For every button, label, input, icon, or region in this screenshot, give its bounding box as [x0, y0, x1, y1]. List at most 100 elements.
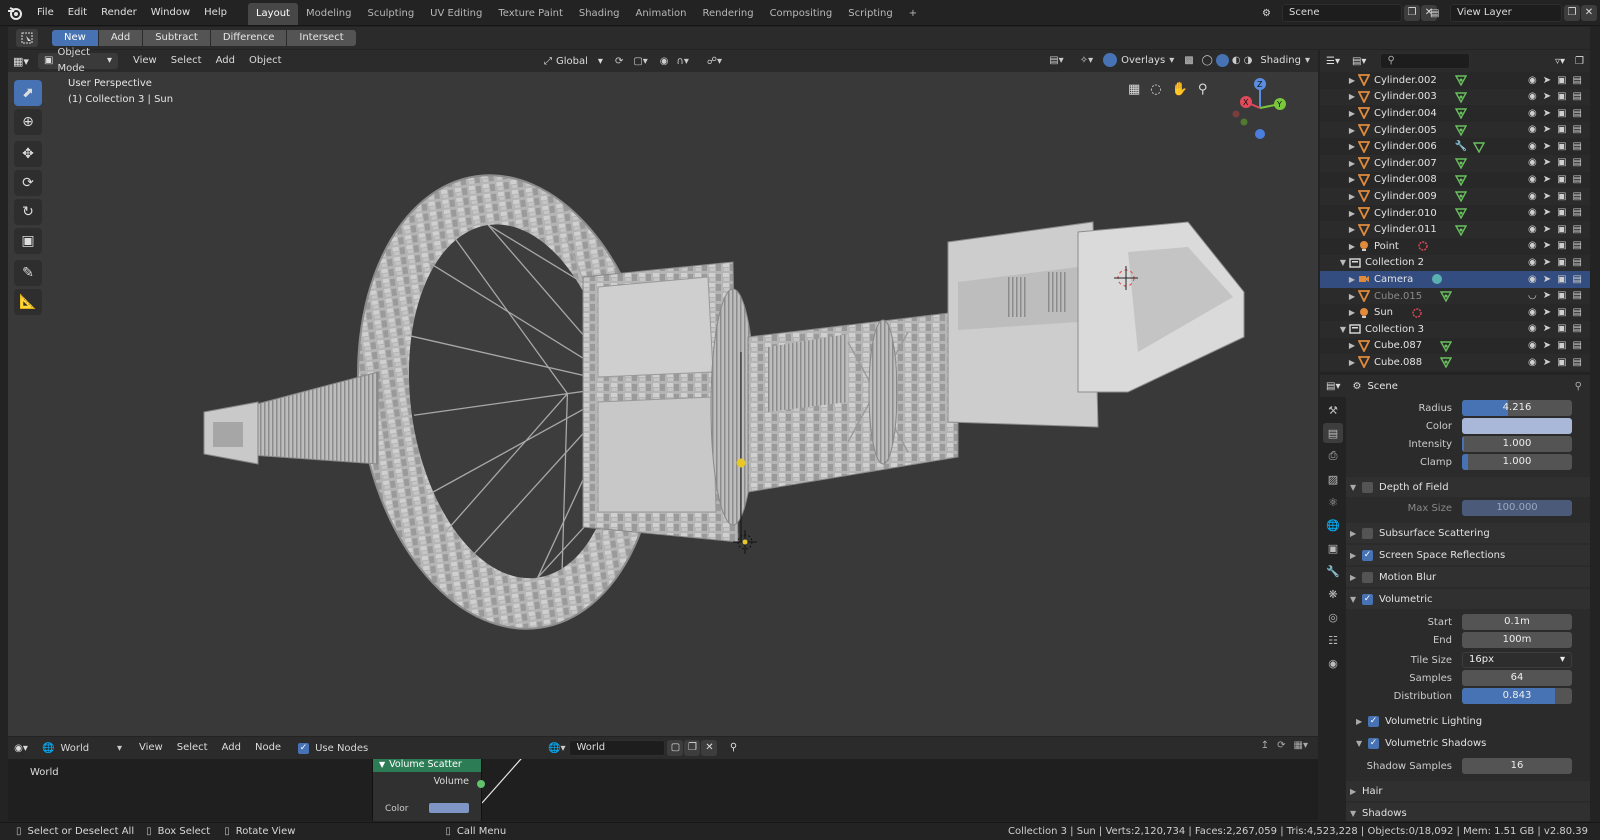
selectable-icon[interactable]: ➤	[1543, 290, 1551, 301]
shadow-samples-field[interactable]: 16	[1462, 758, 1572, 774]
render-icon[interactable]: ▤	[1573, 307, 1582, 318]
selectable-icon[interactable]: ➤	[1543, 191, 1551, 202]
viewport-display-icon[interactable]: ▣	[1557, 141, 1566, 152]
eye-icon[interactable]: ◉	[1528, 224, 1537, 235]
render-icon[interactable]: ▤	[1573, 357, 1582, 368]
tab-modeling[interactable]: Modeling	[298, 3, 360, 25]
node-editor-canvas[interactable]: World ▼ Volume Scatter Volume Color	[8, 759, 1318, 821]
eye-icon[interactable]: ◉	[1528, 307, 1537, 318]
proportional-edit-icon[interactable]: ◉	[660, 56, 669, 67]
outliner-row[interactable]: ▶ Cylinder.002 ◉ ➤ ▣ ▤	[1320, 72, 1590, 89]
viewport-menu-add[interactable]: Add	[209, 50, 242, 72]
constraints-tab-icon[interactable]: ☷	[1323, 630, 1343, 650]
outliner-item-name[interactable]: Cylinder.005	[1374, 125, 1437, 136]
outliner-item-name[interactable]: Cylinder.002	[1374, 75, 1437, 86]
snap-node-icon[interactable]: ⟳	[1277, 740, 1285, 751]
filter-icon[interactable]: ▿▾	[1555, 56, 1565, 67]
render-icon[interactable]: ▤	[1573, 240, 1582, 251]
mesh-data-icon[interactable]	[1440, 340, 1453, 352]
mesh-data-icon[interactable]	[1440, 356, 1453, 369]
scene-tab-icon[interactable]: ⚛	[1323, 492, 1343, 512]
expand-icon[interactable]: ▶	[1347, 242, 1357, 251]
render-icon[interactable]: ▤	[1573, 91, 1582, 102]
transform-orientation-dropdown[interactable]: ⤢ Global ▾	[540, 53, 607, 69]
render-icon[interactable]: ▤	[1573, 108, 1582, 119]
selectable-icon[interactable]: ➤	[1543, 224, 1551, 235]
tab-sculpting[interactable]: Sculpting	[359, 3, 422, 25]
xray-icon[interactable]: ▩	[1184, 55, 1193, 66]
mesh-data-icon[interactable]	[1440, 290, 1453, 303]
outliner-row[interactable]: ▶ Cylinder.011 ◉ ➤ ▣ ▤	[1320, 221, 1590, 238]
node-menu-add[interactable]: Add	[215, 737, 248, 759]
render-icon[interactable]: ▤	[1573, 257, 1582, 268]
mode-selector[interactable]: ▣ Object Mode ▾	[38, 47, 118, 74]
output-socket-icon[interactable]	[477, 780, 485, 788]
render-icon[interactable]: ▤	[1573, 340, 1582, 351]
volumetric-shadows-panel[interactable]: ▼ ✓ Volumetric Shadows	[1346, 733, 1590, 753]
link-icon[interactable]: ☍▾	[707, 56, 722, 67]
blender-logo-icon[interactable]	[0, 0, 30, 26]
expand-icon[interactable]: ▼	[1338, 258, 1348, 267]
fake-user-icon[interactable]: ▢	[667, 740, 684, 756]
viewport-display-icon[interactable]: ▣	[1557, 357, 1566, 368]
tab-shading[interactable]: Shading	[571, 3, 628, 25]
pivot-icon[interactable]: ⟳	[615, 56, 623, 67]
expand-icon[interactable]: ▶	[1347, 175, 1357, 184]
outliner-item-name[interactable]: Cylinder.011	[1374, 224, 1437, 235]
color-swatch[interactable]	[429, 803, 469, 813]
outliner-item-name[interactable]: Camera	[1374, 274, 1413, 285]
annotate-tool-icon[interactable]: ✎	[14, 260, 42, 286]
node-header[interactable]: ▼ Volume Scatter	[373, 759, 481, 772]
object-tab-icon[interactable]: ▣	[1323, 538, 1343, 558]
volumetric-lighting-checkbox[interactable]: ✓	[1368, 715, 1379, 727]
eye-icon[interactable]: ◉	[1528, 274, 1537, 285]
shading-label[interactable]: Shading	[1260, 55, 1301, 66]
viewport-display-icon[interactable]: ▣	[1557, 224, 1566, 235]
menu-window[interactable]: Window	[144, 0, 197, 26]
view-layer-name-field[interactable]: View Layer	[1450, 4, 1562, 22]
menu-render[interactable]: Render	[94, 0, 144, 26]
expand-icon[interactable]: ▶	[1350, 529, 1362, 538]
tab-rendering[interactable]: Rendering	[694, 3, 761, 25]
overlays-label[interactable]: Overlays	[1121, 55, 1165, 66]
selectable-icon[interactable]: ➤	[1543, 174, 1551, 185]
outliner-row[interactable]: ▶ Cylinder.008 ◉ ➤ ▣ ▤	[1320, 172, 1590, 189]
outliner-item-name[interactable]: Cylinder.003	[1374, 91, 1437, 102]
wireframe-shading-icon[interactable]: ◯	[1202, 55, 1213, 66]
outliner-row[interactable]: ▶ Cylinder.009 ◉ ➤ ▣ ▤	[1320, 188, 1590, 205]
outliner-item-name[interactable]: Sun	[1374, 307, 1393, 318]
max-size-field[interactable]: 100.000	[1462, 500, 1572, 516]
tile-size-dropdown[interactable]: 16px ▾	[1462, 652, 1572, 668]
expand-icon[interactable]: ▶	[1350, 787, 1362, 796]
falloff-icon[interactable]: ∩▾	[677, 56, 689, 67]
motion-blur-checkbox[interactable]	[1362, 571, 1373, 583]
space-station-model[interactable]	[8, 72, 1318, 736]
editor-type-icon[interactable]: ▦▾	[8, 55, 34, 68]
eye-icon[interactable]: ◉	[1528, 91, 1537, 102]
expand-icon[interactable]: ▶	[1347, 292, 1357, 301]
start-field[interactable]: 0.1m	[1462, 614, 1572, 630]
outliner-row[interactable]: ▶ Cube.087 ◉ ➤ ▣ ▤	[1320, 338, 1590, 355]
scene-icon[interactable]: ⚙	[1262, 8, 1282, 19]
tab-compositing[interactable]: Compositing	[762, 3, 841, 25]
snap-icon[interactable]: ▢▾	[633, 56, 647, 67]
viewport-display-icon[interactable]: ▣	[1557, 240, 1566, 251]
tool-tab-icon[interactable]: ⚒	[1323, 400, 1343, 420]
selectable-icon[interactable]: ➤	[1543, 157, 1551, 168]
chevron-down-icon[interactable]: ▾	[1169, 55, 1174, 66]
scale-tool-icon[interactable]: ▣	[14, 228, 42, 254]
shader-type-dropdown[interactable]: 🌐 World ▾	[42, 743, 122, 754]
render-icon[interactable]: ▤	[1573, 124, 1582, 135]
viewport-display-icon[interactable]: ▣	[1557, 274, 1566, 285]
outliner-item-name[interactable]: Cylinder.006	[1374, 141, 1437, 152]
outliner-row[interactable]: ▶ Cylinder.006 🔧 ◉ ➤ ▣ ▤	[1320, 138, 1590, 155]
new-collection-icon[interactable]: ❐	[1575, 56, 1584, 67]
intensity-field[interactable]: 1.000	[1462, 436, 1572, 452]
outliner-row[interactable]: ▶ Cube.088 ◉ ➤ ▣ ▤	[1320, 354, 1590, 371]
selectable-icon[interactable]: ➤	[1543, 240, 1551, 251]
outliner-row[interactable]: ▶ Cylinder.010 ◉ ➤ ▣ ▤	[1320, 205, 1590, 222]
selectable-icon[interactable]: ➤	[1543, 257, 1551, 268]
outliner-row[interactable]: ▼ Collection 3 ◉ ➤ ▣ ▤	[1320, 320, 1590, 338]
viewport-display-icon[interactable]: ▣	[1557, 207, 1566, 218]
volumetric-shadows-checkbox[interactable]: ✓	[1368, 737, 1379, 749]
